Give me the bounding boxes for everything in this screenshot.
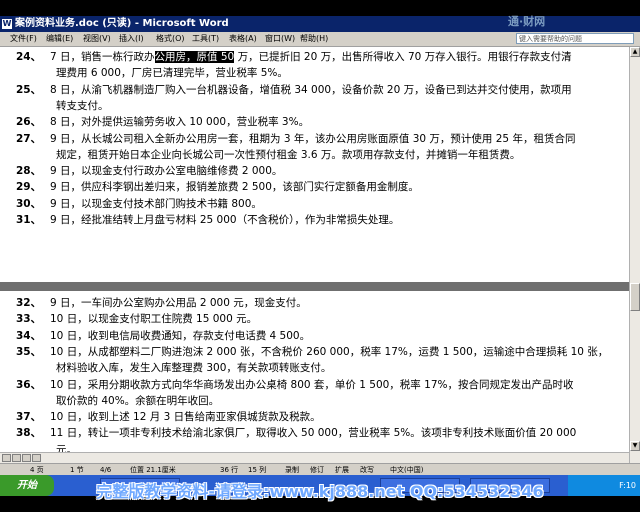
menu-help[interactable]: 帮助(H) [300,32,328,46]
paragraph-line: 38、 11 日，转让一项非专利技术给渝北家俱厂，取得收入 50 000，营业税率… [6,425,618,441]
item-text: 材料验收入库，发生入库整理费 300，有关款项转账支付。 [56,362,332,375]
paragraph-line: 24、 7 日，销售一栋行政办公用房，原值 50 万，已提折旧 20 万，出售所得… [6,49,618,65]
web-view-icon[interactable] [12,454,21,462]
paragraph-line: 26、 8 日，对外提供运输劳务收入 10 000，营业税率 3%。 [6,114,618,130]
horizontal-scrollbar[interactable] [0,452,629,463]
item-text: 10 日，收到上述 12 月 3 日售给南亚家俱城货款及税款。 [50,411,321,424]
item-text: 规定，租赁开始日本企业向长城公司一次性预付租金 3.6 万。款项用存款支付，并摊… [56,148,521,161]
item-number: 36、 [16,378,42,391]
text-segment: 7 日，销售一栋行政办 [50,51,155,63]
item-text: 取价款的 40%。余额在明年收回。 [56,394,220,407]
item-number: 31、 [16,214,42,226]
paragraph-line: 27、 9 日，从长城公司租入全新办公用房一套，租期为 3 年，该办公用房账面原值… [6,131,618,147]
item-text: 9 日，以现金支付技术部门购技术书籍 800。 [50,197,262,210]
watermark-banner: 完整版教学资料-请登录:www.kj888.net QQ:534532346 [96,482,544,501]
screen: W 案例资料业务.doc (只读) - Microsoft Word 通·财网 … [0,0,640,512]
word-icon: W [2,19,12,29]
paragraph-continuation: 取价款的 40%。余额在明年收回。 [6,393,618,409]
item-number: 28、 [16,165,42,178]
paragraph-line: 35、 10 日，从成都塑料二厂购进泡沫 2 000 张，不含税价 260 000… [6,344,618,360]
item-number: 38、 [16,427,42,440]
paragraph-continuation: 材料验收入库，发生入库整理费 300，有关款项转账支付。 [6,360,618,376]
item-text: 转支支付。 [56,99,109,112]
item-text: 9 日，以现金支付行政办公室电脑维修费 2 000。 [50,165,283,178]
paragraph-line: 36、 10 日，采用分期收款方式向华华商场发出办公桌椅 800 套，单价 1 5… [6,377,618,393]
item-text: 理费用 6 000，厂房已清理完毕，营业税率 5%。 [56,67,288,80]
paragraph-line: 32、 9 日，一车间办公室购办公用品 2 000 元，现金支付。 [6,295,618,311]
document-area[interactable]: 24、 7 日，销售一栋行政办公用房，原值 50 万，已提折旧 20 万，出售所得… [0,47,629,463]
normal-view-icon[interactable] [2,454,11,462]
menu-insert[interactable]: 插入(I) [119,32,144,46]
item-text: 9 日，一车间办公室购办公用品 2 000 元，现金支付。 [50,297,307,309]
item-number: 33、 [16,313,42,326]
menu-edit[interactable]: 编辑(E) [46,32,73,46]
item-text: 9 日，从长城公司租入全新办公用房一套，租期为 3 年，该办公用房账面原值 30… [50,132,576,145]
paragraph-continuation: 理费用 6 000，厂房已清理完毕，营业税率 5%。 [6,65,618,81]
item-text: 10 日，采用分期收款方式向华华商场发出办公桌椅 800 套，单价 1 500，… [50,378,574,391]
help-search-input[interactable]: 键入需要帮助的问题 [516,33,634,44]
item-number: 34、 [16,329,42,342]
item-text: 9 日，供应科李钢出差归来，报销差旅费 2 500，该部门实行定额备用金制度。 [50,181,419,194]
page-break [0,282,629,291]
paragraph-line: 29、 9 日，供应科李钢出差归来，报销差旅费 2 500，该部门实行定额备用金制… [6,179,618,195]
item-text: 8 日，对外提供运输劳务收入 10 000，营业税率 3%。 [50,116,310,129]
paragraph-line: 25、 8 日，从渝飞机器制造厂购入一台机器设备，增值税 34 000，设备价款 … [6,82,618,98]
item-text: 10 日，以现金支付职工住院费 15 000 元。 [50,313,258,326]
item-number: 37、 [16,411,42,424]
item-number: 29、 [16,181,42,194]
paragraph-line: 31、 9 日，经批准结转上月盘亏材料 25 000（不含税价），作为非常损失处理… [6,212,618,228]
scroll-up-icon[interactable]: ▲ [630,47,640,57]
item-number: 27、 [16,132,42,145]
item-number: 35、 [16,345,42,358]
menu-window[interactable]: 窗口(W) [265,32,295,46]
item-text: 9 日，经批准结转上月盘亏材料 25 000（不含税价），作为非常损失处理。 [50,214,400,226]
paragraph-line: 37、 10 日，收到上述 12 月 3 日售给南亚家俱城货款及税款。 [6,409,618,425]
menu-table[interactable]: 表格(A) [229,32,257,46]
paragraph-line: 34、 10 日，收到电信局收费通知，存款支付电话费 4 500。 [6,328,618,344]
paragraph-line: 30、 9 日，以现金支付技术部门购技术书籍 800。 [6,196,618,212]
item-number: 30、 [16,197,42,210]
menu-format[interactable]: 格式(O) [156,32,185,46]
scroll-thumb[interactable] [630,283,640,311]
vertical-scrollbar[interactable]: ▲ ▼ [629,47,640,463]
paragraph-line: 28、 9 日，以现金支付行政办公室电脑维修费 2 000。 [6,163,618,179]
item-text: 11 日，转让一项非专利技术给渝北家俱厂，取得收入 50 000，营业税率 5%… [50,427,577,440]
item-number: 26、 [16,116,42,129]
item-number: 25、 [16,83,42,96]
logo-watermark: 通·财网 [508,15,546,28]
item-text: 10 日，从成都塑料二厂购进泡沫 2 000 张，不含税价 260 000，税率… [50,345,609,358]
text-segment: 万，已提折旧 20 万，出售所得收入 70 万存入银行。用银行存款支付清 [234,51,572,63]
item-text: 8 日，从渝飞机器制造厂购入一台机器设备，增值税 34 000，设备价款 20 … [50,83,572,96]
menu-view[interactable]: 视图(V) [83,32,111,46]
paragraph-line: 33、 10 日，以现金支付职工住院费 15 000 元。 [6,311,618,327]
paragraph-continuation: 规定，租赁开始日本企业向长城公司一次性预付租金 3.6 万。款项用存款支付，并摊… [6,147,618,163]
item-number: 24、 [16,51,42,63]
scroll-down-icon[interactable]: ▼ [630,441,640,451]
menu-file[interactable]: 文件(F) [10,32,37,46]
selected-text[interactable]: 公用房，原值 50 [154,51,235,63]
menu-tools[interactable]: 工具(T) [192,32,219,46]
menu-bar: 文件(F) 编辑(E) 视图(V) 插入(I) 格式(O) 工具(T) 表格(A… [0,32,640,47]
print-view-icon[interactable] [22,454,31,462]
item-number: 32、 [16,297,42,309]
window-title: 案例资料业务.doc (只读) - Microsoft Word [15,18,229,29]
paragraph-continuation: 转支支付。 [6,98,618,114]
outline-view-icon[interactable] [32,454,41,462]
item-text: 10 日，收到电信局收费通知，存款支付电话费 4 500。 [50,329,311,342]
item-text: 7 日，销售一栋行政办公用房，原值 50 万，已提折旧 20 万，出售所得收入 … [50,49,572,65]
